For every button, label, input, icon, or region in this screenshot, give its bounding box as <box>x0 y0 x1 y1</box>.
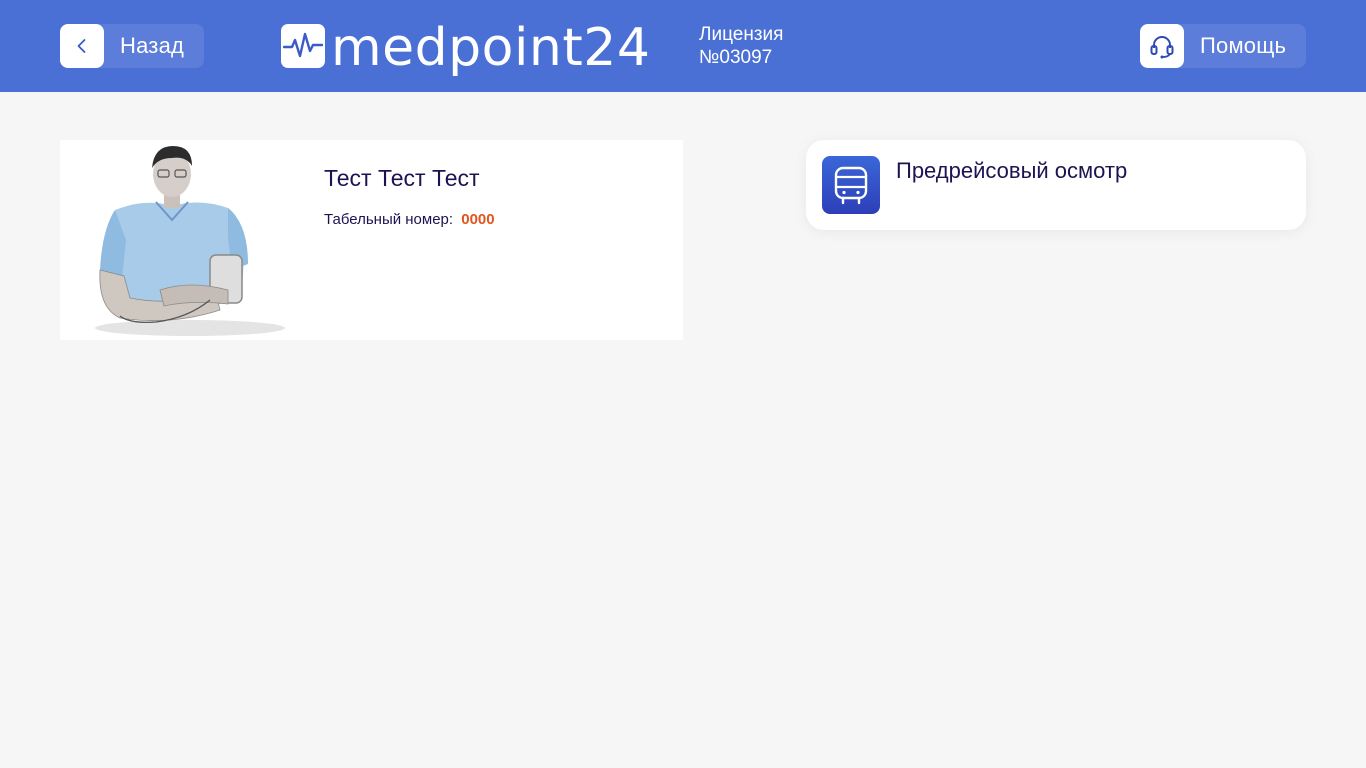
help-button[interactable]: Помощь <box>1140 24 1306 68</box>
personnel-number-row: Табельный номер: 0000 <box>324 211 495 228</box>
back-button-label: Назад <box>120 33 185 58</box>
pre-trip-exam-card[interactable]: Предрейсовый осмотр <box>806 140 1306 230</box>
brand-name: medpoint24 <box>331 18 651 78</box>
top-bar: Назад medpoint24 Лицензия №03097 Помощь <box>0 0 1366 92</box>
license-label: Лицензия <box>699 24 784 45</box>
personnel-number-label: Табельный номер: <box>324 211 454 228</box>
headset-icon <box>1140 24 1184 68</box>
personnel-number-value: 0000 <box>461 211 495 228</box>
employee-name: Тест Тест Тест <box>324 165 480 191</box>
person-photo <box>60 140 300 340</box>
bus-icon <box>822 156 880 214</box>
license-number: №03097 <box>699 47 773 68</box>
heartbeat-icon <box>281 24 325 68</box>
help-button-label: Помощь <box>1200 33 1287 58</box>
exam-title: Предрейсовый осмотр <box>896 158 1128 183</box>
brand-logo: medpoint24 <box>281 22 650 78</box>
back-button[interactable]: Назад <box>60 24 204 68</box>
employee-card: Тест Тест Тест Табельный номер: 0000 <box>60 140 683 340</box>
chevron-left-icon <box>60 24 104 68</box>
license-info: Лицензия №03097 <box>699 23 783 69</box>
